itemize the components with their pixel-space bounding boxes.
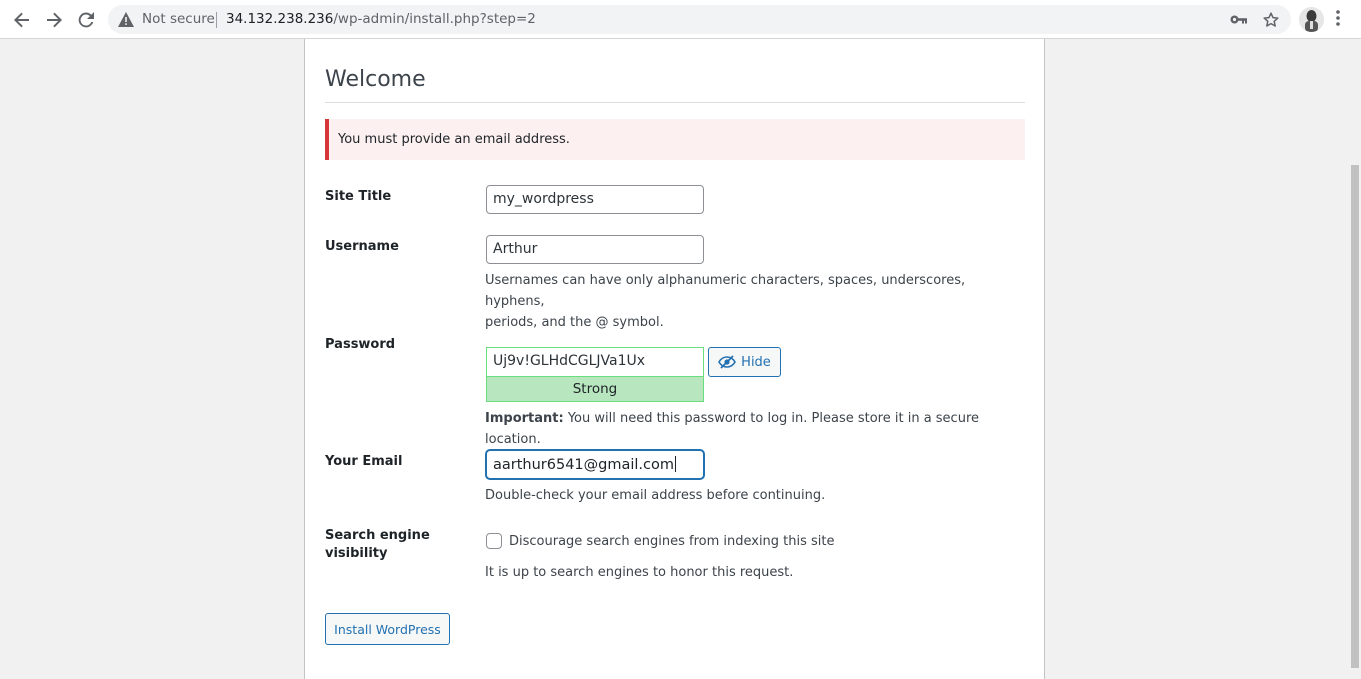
- username-hint: Usernames can have only alphanumeric cha…: [485, 270, 1025, 333]
- error-notice: You must provide an email address.: [325, 119, 1025, 160]
- browser-toolbar: Not secure 34.132.238.236/wp-admin/insta…: [0, 0, 1361, 39]
- title-divider: [325, 102, 1025, 103]
- text-caret: [675, 456, 677, 472]
- email-input[interactable]: aarthur6541@gmail.com: [486, 450, 704, 479]
- password-strength-meter: Strong: [486, 376, 704, 402]
- email-hint: Double-check your email address before c…: [485, 488, 826, 503]
- page-title: Welcome: [325, 67, 426, 92]
- search-visibility-label-line1: Search engine: [325, 528, 430, 543]
- search-visibility-hint: It is up to search engines to honor this…: [485, 565, 794, 580]
- more-vert-icon[interactable]: [1336, 10, 1340, 26]
- password-important-note: Important: You will need this password t…: [485, 408, 1025, 450]
- install-card: Welcome You must provide an email addres…: [304, 39, 1045, 679]
- url-path: /wp-admin/install.php?step=2: [333, 11, 536, 27]
- scrollbar-thumb[interactable]: [1351, 165, 1359, 668]
- address-divider: [216, 12, 217, 28]
- key-icon[interactable]: [1230, 15, 1247, 24]
- site-title-label: Site Title: [325, 189, 392, 204]
- search-visibility-label: Search engine visibility: [325, 527, 430, 563]
- reload-icon: [78, 12, 94, 28]
- discourage-search-label[interactable]: Discourage search engines from indexing …: [509, 534, 835, 549]
- username-hint-line2: periods, and the @ symbol.: [485, 315, 664, 330]
- error-notice-text: You must provide an email address.: [338, 132, 570, 147]
- search-visibility-label-line2: visibility: [325, 546, 388, 561]
- reload-button[interactable]: [72, 6, 100, 34]
- security-status-label[interactable]: Not secure: [142, 11, 215, 27]
- password-label: Password: [325, 337, 396, 352]
- warning-icon[interactable]: [118, 12, 134, 27]
- install-wordpress-button[interactable]: Install WordPress: [325, 613, 450, 645]
- back-button[interactable]: [8, 6, 36, 34]
- bookmark-star-icon[interactable]: [1263, 12, 1279, 28]
- hide-password-button[interactable]: Hide: [708, 347, 781, 377]
- profile-avatar[interactable]: [1299, 7, 1324, 32]
- username-label: Username: [325, 239, 399, 254]
- arrow-right-icon: [47, 12, 62, 28]
- url-text[interactable]: 34.132.238.236/wp-admin/install.php?step…: [226, 11, 536, 27]
- address-bar[interactable]: Not secure 34.132.238.236/wp-admin/insta…: [108, 5, 1291, 34]
- hide-password-label: Hide: [741, 354, 771, 370]
- password-input[interactable]: Uj9v!GLHdCGLJVa1Ux: [486, 347, 704, 376]
- forward-button[interactable]: [40, 6, 68, 34]
- username-hint-line1: Usernames can have only alphanumeric cha…: [485, 273, 966, 309]
- important-label: Important:: [485, 411, 564, 426]
- avatar-icon: [1299, 7, 1324, 32]
- url-host: 34.132.238.236: [226, 11, 334, 27]
- page-scrollbar[interactable]: [1349, 39, 1361, 668]
- discourage-search-checkbox[interactable]: [486, 533, 502, 549]
- arrow-left-icon: [14, 12, 29, 28]
- site-title-input[interactable]: my_wordpress: [486, 185, 704, 214]
- eye-slash-icon: [718, 355, 737, 369]
- email-input-value: aarthur6541@gmail.com: [493, 457, 675, 473]
- email-label: Your Email: [325, 454, 403, 469]
- username-input[interactable]: Arthur: [486, 235, 704, 264]
